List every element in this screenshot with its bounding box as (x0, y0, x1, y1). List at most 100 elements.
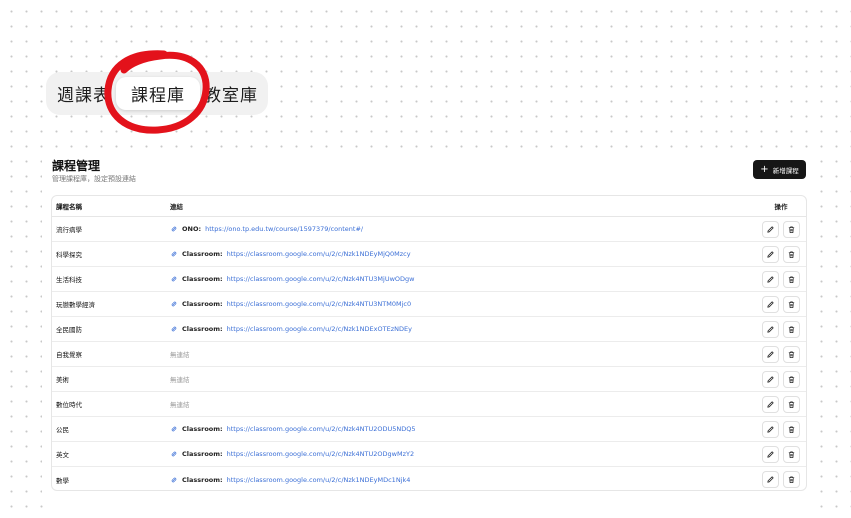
pencil-icon (767, 325, 774, 333)
table-row: 科學探究 Classroom: https://classroom.google.… (52, 242, 806, 267)
row-actions (756, 220, 806, 238)
delete-button[interactable] (783, 445, 800, 463)
course-link[interactable]: https://classroom.google.com/u/2/c/Nzk1N… (227, 476, 411, 484)
edit-button[interactable] (762, 220, 779, 238)
course-link[interactable]: https://classroom.google.com/u/2/c/Nzk4N… (227, 450, 414, 458)
tab-weekly-schedule[interactable]: 週課表 (52, 77, 116, 110)
course-link-cell: Classroom: https://classroom.google.com/u… (170, 275, 756, 283)
link-source-label: Classroom: (182, 250, 223, 258)
course-name: 英文 (56, 451, 69, 459)
table-row: 全民國防 Classroom: https://classroom.google.… (52, 317, 806, 342)
trash-icon (788, 476, 795, 484)
trash-icon (788, 250, 795, 258)
course-link[interactable]: https://classroom.google.com/u/2/c/Nzk1N… (227, 250, 411, 258)
link-icon (171, 326, 177, 332)
edit-button[interactable] (762, 245, 779, 263)
delete-button[interactable] (783, 220, 800, 238)
header-link: 連結 (170, 201, 756, 211)
edit-button[interactable] (762, 420, 779, 438)
trash-icon (788, 325, 795, 333)
course-name: 數學 (56, 476, 69, 485)
course-name: 公民 (56, 426, 69, 434)
link-source-label: Classroom: (182, 450, 223, 458)
course-name: 科學探究 (56, 251, 82, 259)
edit-button[interactable] (762, 320, 779, 338)
course-link-cell: 無連結 (170, 399, 756, 409)
row-actions (756, 370, 806, 388)
link-icon (171, 251, 177, 257)
page-subtitle: 管理課程庫，設定預設連結 (52, 175, 136, 183)
trash-icon (788, 350, 795, 358)
trash-icon (788, 275, 795, 283)
add-course-button[interactable]: + 新增課程 (753, 160, 806, 179)
link-icon (171, 477, 177, 482)
tab-classroom-library[interactable]: 教室庫 (200, 77, 262, 110)
row-actions (756, 345, 806, 363)
trash-icon (788, 450, 795, 458)
table-row: 美術 無連結 (52, 367, 806, 392)
table-row: 數學 Classroom: https://classroom.google.co… (52, 467, 806, 490)
table-row: 自我覺察 無連結 (52, 342, 806, 367)
course-table: 課程名稱 連結 操作 流行病學 ONO: https://ono.tp.edu.t… (51, 195, 807, 491)
header-link-label: 連結 (170, 203, 183, 211)
link-icon (171, 226, 177, 232)
pencil-icon (767, 400, 774, 408)
link-source-label: Classroom: (182, 275, 223, 283)
row-actions (756, 395, 806, 413)
row-actions (756, 295, 806, 313)
delete-button[interactable] (783, 420, 800, 438)
course-name: 全民國防 (56, 326, 82, 334)
course-link[interactable]: https://classroom.google.com/u/2/c/Nzk4N… (227, 275, 415, 283)
row-actions (756, 245, 806, 263)
delete-button[interactable] (783, 471, 800, 488)
row-actions (756, 320, 806, 338)
link-source-label: Classroom: (182, 475, 223, 484)
delete-button[interactable] (783, 370, 800, 388)
course-link-cell: Classroom: https://classroom.google.com/u… (170, 300, 756, 308)
course-management-card: 課程管理 管理課程庫，設定預設連結 + 新增課程 課程名稱 連結 操作 流行病學… (42, 148, 818, 508)
tab-course-library[interactable]: 課程庫 (116, 77, 200, 110)
table-body: 流行病學 ONO: https://ono.tp.edu.tw/course/15… (52, 217, 806, 490)
table-row: 玩戀數學經濟 Classroom: https://classroom.googl… (52, 292, 806, 317)
link-icon (171, 301, 177, 307)
trash-icon (788, 425, 795, 433)
trash-icon (788, 225, 795, 233)
link-source-label: Classroom: (182, 300, 223, 308)
edit-button[interactable] (762, 445, 779, 463)
delete-button[interactable] (783, 270, 800, 288)
course-link-cell: Classroom: https://classroom.google.com/u… (170, 476, 756, 484)
trash-icon (788, 400, 795, 408)
edit-button[interactable] (762, 370, 779, 388)
table-row: 公民 Classroom: https://classroom.google.co… (52, 417, 806, 442)
course-name: 流行病學 (56, 226, 82, 234)
link-icon (171, 426, 177, 432)
no-link-text: 無連結 (170, 401, 190, 409)
course-link[interactable]: https://classroom.google.com/u/2/c/Nzk4N… (227, 425, 416, 433)
course-link-cell: Classroom: https://classroom.google.com/u… (170, 450, 756, 458)
course-link-cell: Classroom: https://classroom.google.com/u… (170, 425, 756, 433)
course-link[interactable]: https://classroom.google.com/u/2/c/Nzk1N… (227, 325, 412, 333)
delete-button[interactable] (783, 395, 800, 413)
course-link[interactable]: https://ono.tp.edu.tw/course/1597379/con… (205, 225, 363, 233)
pencil-icon (767, 450, 774, 458)
course-link-cell: 無連結 (170, 349, 756, 359)
pencil-icon (767, 225, 774, 233)
course-link-cell: Classroom: https://classroom.google.com/u… (170, 325, 756, 333)
pencil-icon (767, 275, 774, 283)
table-header: 課程名稱 連結 操作 (52, 196, 806, 217)
link-icon (171, 276, 177, 282)
edit-button[interactable] (762, 270, 779, 288)
edit-button[interactable] (762, 395, 779, 413)
row-actions (756, 420, 806, 438)
pencil-icon (767, 476, 774, 483)
table-row: 英文 Classroom: https://classroom.google.co… (52, 442, 806, 467)
delete-button[interactable] (783, 345, 800, 363)
delete-button[interactable] (783, 245, 800, 263)
edit-button[interactable] (762, 295, 779, 313)
link-source-label: Classroom: (182, 425, 223, 433)
delete-button[interactable] (783, 295, 800, 313)
course-link[interactable]: https://classroom.google.com/u/2/c/Nzk4N… (227, 300, 411, 308)
edit-button[interactable] (762, 345, 779, 363)
delete-button[interactable] (783, 320, 800, 338)
edit-button[interactable] (762, 471, 779, 488)
